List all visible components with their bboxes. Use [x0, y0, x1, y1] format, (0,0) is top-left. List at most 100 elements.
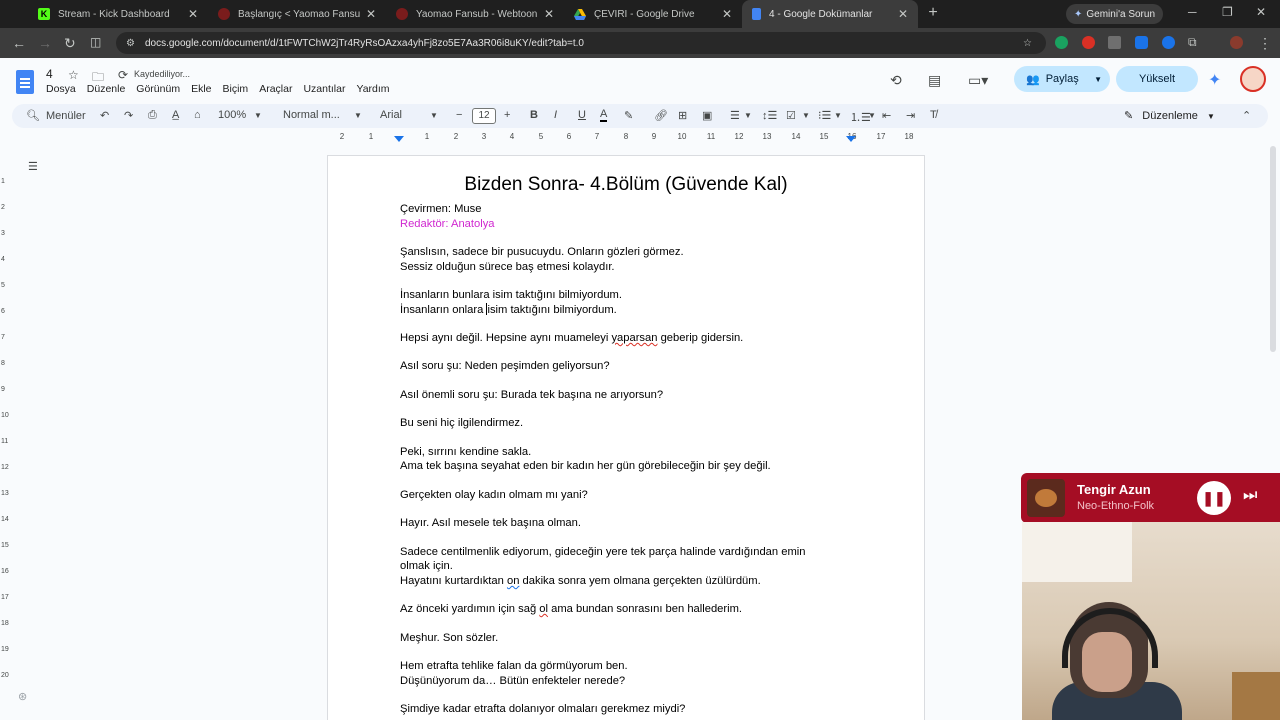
menu-tools[interactable]: Araçlar — [259, 83, 292, 95]
document-page[interactable]: Bizden Sonra- 4.Bölüm (Güvende Kal) Çevi… — [328, 156, 924, 720]
italic-icon[interactable]: I — [554, 109, 557, 121]
shield-icon[interactable] — [1135, 36, 1148, 49]
grammar-suggestion-word[interactable]: on — [507, 575, 519, 587]
star-icon[interactable]: ☆ — [68, 68, 79, 82]
chevron-down-icon[interactable]: ▼ — [1094, 75, 1102, 84]
browser-tab-kick[interactable]: K Stream - Kick Dashboard ✕ — [28, 0, 208, 28]
share-button[interactable]: 👥 Paylaş ▼ — [1014, 66, 1110, 92]
line-spacing-icon[interactable]: ↕☰ — [762, 109, 777, 122]
menu-view[interactable]: Görünüm — [136, 83, 180, 95]
menu-edit[interactable]: Düzenle — [87, 83, 126, 95]
chevron-down-icon[interactable]: ▼ — [430, 111, 438, 120]
explore-icon[interactable]: ⊛ — [18, 690, 27, 703]
menu-format[interactable]: Biçim — [223, 83, 249, 95]
browser-tab-yaomao-webtoon[interactable]: Yaomao Fansub - Webtoon Oku ✕ — [386, 0, 564, 28]
chevron-down-icon[interactable]: ▼ — [744, 111, 752, 120]
chevron-down-icon[interactable]: ▼ — [354, 111, 362, 120]
avatar[interactable] — [1240, 66, 1266, 92]
vertical-scrollbar[interactable] — [1270, 146, 1276, 352]
menu-extensions[interactable]: Uzantılar — [303, 83, 345, 95]
redo-icon[interactable]: ↷ — [124, 109, 133, 122]
window-close-icon[interactable]: ✕ — [1256, 5, 1266, 19]
left-indent-marker[interactable] — [394, 136, 404, 142]
spelling-error-word[interactable]: ol — [539, 603, 548, 615]
image-icon[interactable]: ▣ — [702, 109, 712, 122]
close-icon[interactable]: ✕ — [898, 7, 908, 21]
gemini-ask-button[interactable]: ✦ Gemini'a Sorun — [1066, 4, 1163, 24]
font-select[interactable]: Arial — [380, 109, 402, 121]
menu-help[interactable]: Yardım — [356, 83, 389, 95]
sidepanel-icon[interactable]: ◫ — [90, 35, 101, 49]
profile-avatar[interactable] — [1230, 36, 1243, 49]
browser-menu-icon[interactable]: ⋮ — [1258, 35, 1272, 52]
back-icon[interactable]: ← — [12, 35, 26, 51]
font-size-input[interactable]: 12 — [472, 108, 496, 124]
minimize-icon[interactable]: ─ — [1188, 5, 1197, 19]
link-icon[interactable]: 🔗︎ — [654, 109, 668, 122]
browser-tab-yaomao-home[interactable]: Başlangıç < Yaomao Fansub — W ✕ — [208, 0, 386, 28]
close-icon[interactable]: ✕ — [188, 7, 198, 21]
extensions-puzzle-icon[interactable]: ⧉ — [1188, 35, 1197, 50]
site-info-icon[interactable]: ⚙ — [126, 38, 135, 49]
document-title[interactable]: 4 — [46, 67, 53, 81]
adblock-icon[interactable] — [1082, 36, 1095, 49]
spellcheck-icon[interactable]: A̲ — [172, 109, 179, 121]
comments-icon[interactable]: ▤ — [928, 72, 941, 89]
font-size-increase-icon[interactable]: + — [504, 109, 510, 121]
font-size-decrease-icon[interactable]: − — [456, 109, 462, 121]
maximize-icon[interactable]: ❐ — [1222, 5, 1233, 19]
highlight-icon[interactable]: ✎ — [624, 109, 633, 122]
bold-icon[interactable]: B — [530, 109, 538, 121]
comment-icon[interactable]: ⊞ — [678, 109, 687, 122]
browser-tab-docs[interactable]: 4 - Google Dokümanlar ✕ — [742, 0, 918, 28]
chevron-down-icon[interactable]: ▼ — [254, 111, 262, 120]
decrease-indent-icon[interactable]: ⇤ — [882, 109, 891, 122]
history-icon[interactable]: ⟲ — [890, 72, 902, 89]
chevron-down-icon[interactable]: ▼ — [834, 111, 842, 120]
genre-label: Neo-Ethno-Folk — [1077, 500, 1155, 512]
collapse-toolbar-icon[interactable]: ⌃ — [1242, 109, 1251, 122]
bulleted-list-icon[interactable]: ⁝☰ — [818, 109, 831, 122]
align-icon[interactable]: ☰ — [730, 109, 740, 122]
upgrade-button[interactable]: Yükselt — [1116, 66, 1198, 92]
menus-search[interactable]: 🔍︎ Menüler — [26, 109, 86, 123]
browser-tab-drive[interactable]: ÇEVİRİ - Google Drive ✕ — [564, 0, 742, 28]
next-track-icon[interactable]: ⏭︎ — [1243, 487, 1257, 505]
bookmark-star-icon[interactable]: ☆ — [1023, 38, 1032, 49]
underline-icon[interactable]: U — [578, 109, 586, 121]
right-indent-marker[interactable] — [846, 136, 856, 142]
increase-indent-icon[interactable]: ⇥ — [906, 109, 915, 122]
gemini-icon[interactable]: ✦ — [1208, 70, 1221, 90]
menu-insert[interactable]: Ekle — [191, 83, 211, 95]
pause-icon[interactable]: ❚❚ — [1197, 481, 1231, 515]
extension-icon[interactable] — [1108, 36, 1121, 49]
clear-formatting-icon[interactable]: T̸ — [930, 109, 937, 121]
document-outline-icon[interactable]: ☰ — [28, 160, 48, 176]
paint-format-icon[interactable]: ⌂ — [194, 109, 201, 121]
zoom-select[interactable]: 100% — [218, 109, 246, 121]
menu-file[interactable]: Dosya — [46, 83, 76, 95]
close-icon[interactable]: ✕ — [722, 7, 732, 21]
horizontal-ruler[interactable]: 2 1 1 2 3 4 5 6 7 8 9 10 11 12 13 14 15 … — [328, 132, 924, 144]
undo-icon[interactable]: ↶ — [100, 109, 109, 122]
extension-icon[interactable] — [1162, 36, 1175, 49]
ruler-number: 9 — [1, 386, 5, 393]
reload-icon[interactable]: ↻ — [64, 35, 76, 52]
meet-icon[interactable]: ▭▾ — [968, 72, 988, 89]
close-icon[interactable]: ✕ — [544, 7, 554, 21]
sync-icon[interactable]: ⟳ — [118, 68, 128, 82]
address-bar[interactable]: ⚙ docs.google.com/document/d/1tFWTChW2jT… — [116, 32, 1046, 54]
forward-icon[interactable]: → — [38, 35, 52, 51]
grammarly-icon[interactable] — [1055, 36, 1068, 49]
docs-logo-icon[interactable] — [16, 70, 34, 94]
chevron-down-icon[interactable]: ▼ — [802, 111, 810, 120]
text-color-icon[interactable]: A — [600, 109, 608, 122]
style-select[interactable]: Normal m... — [283, 109, 340, 121]
print-icon[interactable]: ⎙ — [148, 109, 157, 122]
editing-mode-select[interactable]: ✎ Düzenleme ▼ — [1124, 109, 1215, 122]
close-icon[interactable]: ✕ — [366, 7, 376, 21]
chevron-down-icon[interactable]: ▼ — [868, 111, 876, 120]
new-tab-button[interactable]: + — [924, 4, 942, 22]
checklist-icon[interactable]: ☑ — [786, 109, 796, 122]
spelling-error-word[interactable]: yaparsan — [611, 332, 657, 344]
